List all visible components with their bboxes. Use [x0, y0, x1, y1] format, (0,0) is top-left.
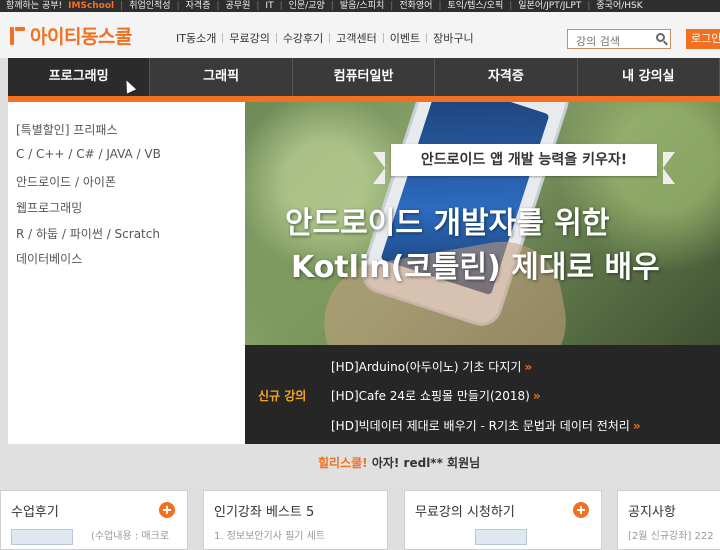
- top-link-9[interactable]: 중국어/HSK: [596, 1, 642, 11]
- member-greeting: 힐리스쿨! 아자! redl** 회원님: [318, 456, 481, 470]
- banner-ribbon: 안드로이드 앱 개발 능력을 키우자!: [373, 144, 675, 184]
- nav-reviews[interactable]: 수강후기: [277, 30, 329, 46]
- submenu-free-pass[interactable]: [특별할인] 프리패스: [16, 121, 118, 138]
- nav-events[interactable]: 이벤트: [384, 30, 426, 46]
- new-course-item[interactable]: [HD]Cafe 24로 쇼핑몰 만들기(2018)»: [331, 387, 541, 404]
- banner-title: 안드로이드 개발자를 위한 Kotlin(코틀린) 제대로 배우: [285, 202, 720, 290]
- free-lecture-box: 무료강의 시청하기: [404, 490, 602, 550]
- category-computer-general[interactable]: 컴퓨터일반: [293, 58, 436, 96]
- submenu-r-python[interactable]: R / 하둡 / 파이썬 / Scratch: [16, 225, 160, 242]
- top-link-4[interactable]: 인문/교양: [289, 1, 325, 11]
- new-courses-panel: 신규 강의 [HD]Arduino(아두이노) 기초 다지기» [HD]Cafe…: [245, 345, 720, 444]
- plus-icon[interactable]: [573, 502, 589, 518]
- plus-icon[interactable]: [159, 502, 175, 518]
- programming-submenu: [특별할인] 프리패스 C / C++ / C# / JAVA / VB 안드로…: [8, 102, 245, 444]
- top-strip-lead: 함께하는 공부!: [6, 1, 63, 11]
- notice-box: 공지사항 [2월 신규강좌] 222: [617, 490, 720, 550]
- box-title: 무료강의 시청하기: [415, 505, 515, 520]
- login-button[interactable]: 로그인: [686, 29, 720, 49]
- top-link-2[interactable]: 공무원: [226, 1, 251, 11]
- double-arrow-icon: »: [532, 389, 541, 403]
- top-link-5[interactable]: 발음/스피치: [340, 1, 384, 11]
- box-title: 공지사항: [628, 505, 676, 520]
- top-strip-brand[interactable]: IMSchool: [68, 1, 114, 11]
- category-graphics[interactable]: 그래픽: [150, 58, 293, 96]
- new-courses-label: 신규 강의: [258, 389, 307, 403]
- category-my-classroom[interactable]: 내 강의실: [578, 58, 720, 96]
- review-thumbnail: [11, 529, 73, 545]
- nav-free-lectures[interactable]: 무료강의: [223, 30, 275, 46]
- nav-about[interactable]: IT동소개: [170, 30, 222, 46]
- banner-title-line1: 안드로이드 개발자를 위한: [285, 206, 610, 241]
- new-course-item[interactable]: [HD]빅데이터 제대로 배우기 - R기초 문법과 데이터 전처리»: [331, 417, 641, 434]
- search-box: [567, 29, 671, 51]
- submenu-database[interactable]: 데이터베이스: [16, 250, 82, 267]
- best5-box: 인기강좌 베스트 5 1. 정보보안기사 필기 세트: [203, 490, 388, 550]
- submenu-web-programming[interactable]: 웹프로그래밍: [16, 199, 82, 216]
- greeting-bar: 힐리스쿨! 아자! redl** 회원님: [0, 444, 720, 482]
- site-header: 아이티동스쿨 IT동소개 무료강의 수강후기 고객센터 이벤트 장바구니 로그인: [0, 12, 720, 58]
- banner-title-line2: Kotlin(코틀린) 제대로 배우: [291, 250, 660, 285]
- category-bar: 프로그래밍 그래픽 컴퓨터일반 자격증 내 강의실: [8, 58, 720, 96]
- search-icon[interactable]: [656, 33, 665, 42]
- top-link-1[interactable]: 자격증: [186, 1, 211, 11]
- reviews-box: 수업후기 (수업내용 : 매크로: [0, 490, 188, 550]
- top-link-3[interactable]: IT: [265, 1, 273, 11]
- top-nav: IT동소개 무료강의 수강후기 고객센터 이벤트 장바구니: [170, 30, 480, 46]
- search-input[interactable]: [574, 32, 658, 51]
- box-title: 인기강좌 베스트 5: [214, 505, 315, 520]
- submenu-c-java[interactable]: C / C++ / C# / JAVA / VB: [16, 147, 161, 161]
- top-strip: 함께하는 공부! IMSchool | 취업인적성 | 자격증 | 공무원 | IT |…: [0, 0, 720, 12]
- double-arrow-icon: »: [632, 419, 641, 433]
- top-link-6[interactable]: 전화영어: [399, 1, 432, 11]
- new-course-item[interactable]: [HD]Arduino(아두이노) 기초 다지기»: [331, 358, 532, 375]
- nav-cart[interactable]: 장바구니: [427, 30, 479, 46]
- double-arrow-icon: »: [524, 360, 533, 374]
- logo-text: 아이티동스쿨: [30, 26, 132, 48]
- category-certificates[interactable]: 자격증: [435, 58, 578, 96]
- top-link-8[interactable]: 일본어/JPT/JLPT: [518, 1, 581, 11]
- nav-support[interactable]: 고객센터: [330, 30, 382, 46]
- box-title: 수업후기: [11, 505, 59, 520]
- logo-mark-icon: [8, 25, 26, 47]
- submenu-android-iphone[interactable]: 안드로이드 / 아이폰: [16, 173, 116, 190]
- site-logo[interactable]: 아이티동스쿨: [8, 22, 132, 49]
- lecture-thumbnail: [475, 529, 527, 545]
- top-link-0[interactable]: 취업인적성: [129, 1, 170, 11]
- top-link-7[interactable]: 토익/텝스/오픽: [447, 1, 503, 11]
- hero-banner[interactable]: 안드로이드 앱 개발 능력을 키우자! 안드로이드 개발자를 위한 Kotlin…: [245, 102, 720, 345]
